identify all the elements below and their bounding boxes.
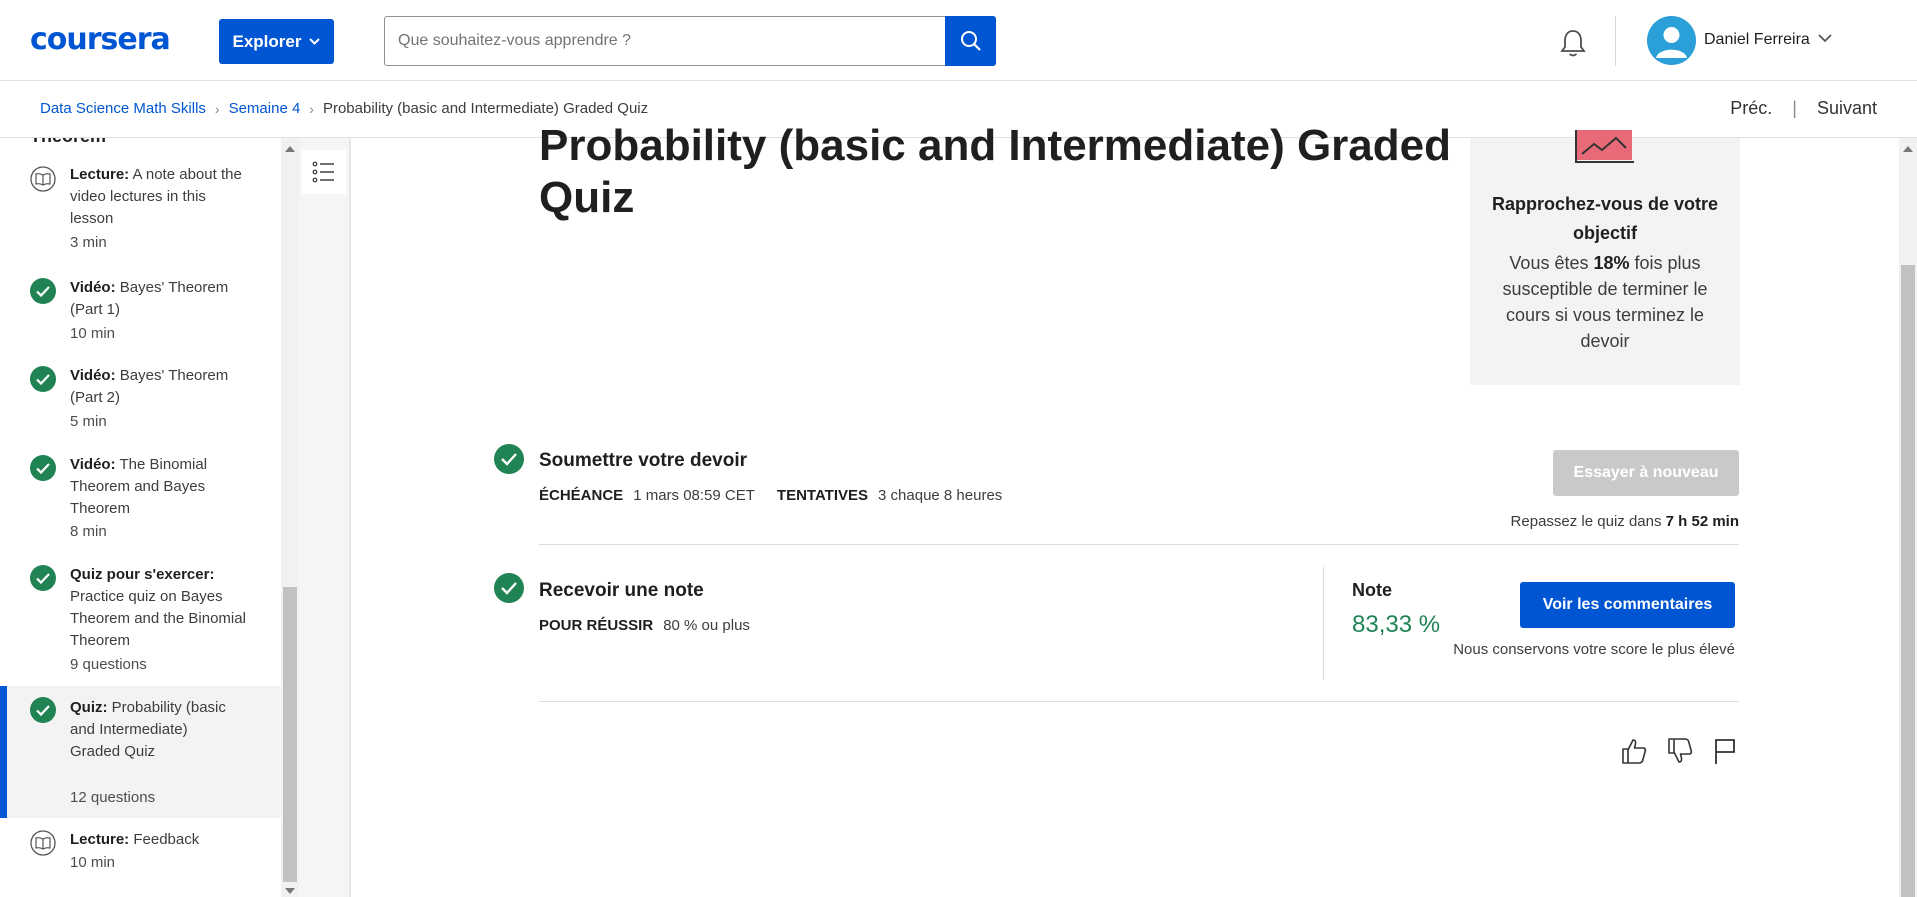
sidebar-item-label: Lecture: A note about the video lectures…	[70, 166, 242, 227]
main-scrollbar-thumb[interactable]	[1901, 265, 1915, 897]
prev-next-nav: Préc. | Suivant	[1730, 98, 1877, 119]
sidebar-item-meta: 10 min	[70, 325, 116, 342]
sidebar-item-feedback[interactable]: Lecture: Feedback 10 min	[0, 829, 281, 889]
search-icon	[960, 31, 981, 51]
grade-divider	[1323, 567, 1324, 680]
check-icon	[30, 565, 56, 591]
breadcrumb-week[interactable]: Semaine 4	[229, 100, 301, 117]
page-title: Probability (basic and Intermediate) Gra…	[539, 121, 1451, 222]
sidebar-item-bayes-2[interactable]: Vidéo: Bayes' Theorem (Part 2) 5 min	[0, 365, 281, 445]
top-navigation: coursera Explorer Daniel Ferreira	[0, 0, 1917, 81]
grade-value: 83,33 %	[1352, 611, 1441, 638]
user-silhouette-icon	[1656, 27, 1687, 58]
grade-label: Note	[1352, 580, 1392, 600]
due-label: ÉCHÉANCE	[539, 487, 624, 504]
goal-title: Rapprochez-vous de votre objectif	[1491, 194, 1719, 243]
search-button[interactable]	[945, 16, 996, 66]
chart-icon	[1575, 130, 1634, 163]
grade-check-icon	[494, 573, 524, 603]
submit-meta: ÉCHÉANCE 1 mars 08:59 CET TENTATIVES 3 c…	[539, 487, 1024, 504]
view-feedback-button[interactable]: Voir les commentaires	[1520, 582, 1735, 628]
section-divider	[539, 701, 1739, 702]
chevron-right-icon: ›	[214, 100, 220, 117]
sidebar-item-meta: 5 min	[70, 413, 107, 430]
breadcrumb: Data Science Math Skills › Semaine 4 › P…	[40, 100, 648, 117]
thumbs-up-icon[interactable]	[1619, 736, 1649, 766]
check-icon	[30, 366, 56, 392]
header-divider	[1615, 16, 1616, 66]
due-value: 1 mars 08:59 CET	[633, 487, 755, 504]
nav-separator: |	[1792, 98, 1797, 118]
pass-value: 80 % ou plus	[663, 617, 750, 634]
breadcrumb-current: Probability (basic and Intermediate) Gra…	[322, 100, 649, 117]
chevron-down-icon	[309, 38, 321, 45]
user-name[interactable]: Daniel Ferreira	[1704, 31, 1810, 49]
book-icon	[30, 830, 56, 856]
check-icon	[30, 455, 56, 481]
sidebar-collapse-rail	[299, 138, 351, 897]
thumbs-down-icon[interactable]	[1665, 736, 1695, 766]
attempts-value: 3 chaque 8 heures	[878, 487, 1003, 504]
sidebar-item-practice-quiz[interactable]: Quiz pour s'exercer: Practice quiz on Ba…	[0, 564, 281, 686]
sidebar-item-meta: 12 questions	[70, 789, 156, 806]
flag-icon[interactable]	[1710, 736, 1740, 766]
scroll-down-arrow-icon[interactable]	[285, 888, 295, 894]
attempts-label: TENTATIVES	[776, 487, 869, 504]
active-indicator	[0, 686, 7, 818]
user-avatar[interactable]	[1647, 16, 1696, 65]
explore-button[interactable]: Explorer	[219, 19, 334, 64]
sidebar-section-heading: Theorem	[30, 138, 106, 147]
grade-step-title: Recevoir une note	[539, 580, 704, 601]
search-input[interactable]	[385, 17, 945, 65]
sidebar-item-meta: 8 min	[70, 523, 107, 540]
retry-button[interactable]: Essayer à nouveau	[1553, 450, 1739, 496]
retry-countdown: Repassez le quiz dans 7 h 52 min	[1510, 513, 1739, 530]
toggle-outline-button[interactable]	[302, 150, 346, 194]
sidebar-item-label: Lecture: Feedback	[70, 831, 200, 848]
submit-step-title: Soumettre votre devoir	[539, 450, 747, 471]
sidebar-item-graded-quiz[interactable]: Quiz: Probability (basic and Intermediat…	[0, 686, 281, 818]
user-menu-chevron-icon[interactable]	[1818, 34, 1832, 43]
goal-card: Rapprochez-vous de votre objectif Vous ê…	[1470, 130, 1740, 385]
scroll-up-arrow-icon[interactable]	[1903, 146, 1913, 152]
submit-check-icon	[494, 444, 524, 474]
search-box	[384, 16, 996, 66]
previous-link[interactable]: Préc.	[1730, 98, 1772, 119]
sidebar-scrollbar-thumb[interactable]	[283, 587, 297, 882]
explore-label: Explorer	[232, 31, 302, 51]
coursera-logo[interactable]: coursera	[30, 22, 171, 57]
section-divider	[539, 544, 1739, 545]
grade-meta: POUR RÉUSSIR 80 % ou plus	[539, 617, 772, 634]
sidebar-item-binomial[interactable]: Vidéo: The Binomial Theorem and Bayes Th…	[0, 454, 281, 554]
list-icon	[312, 161, 334, 183]
sidebar-item-label: Quiz pour s'exercer: Practice quiz on Ba…	[70, 566, 246, 649]
next-link[interactable]: Suivant	[1817, 98, 1877, 119]
goal-body: Vous êtes 18% fois plus susceptible de t…	[1502, 253, 1708, 351]
sidebar-item-meta: 9 questions	[70, 656, 147, 673]
sidebar-item-bayes-1[interactable]: Vidéo: Bayes' Theorem (Part 1) 10 min	[0, 277, 281, 357]
sidebar-item-lecture-note[interactable]: Lecture: A note about the video lectures…	[0, 164, 281, 264]
sidebar-item-meta: 3 min	[70, 234, 107, 251]
sidebar-item-label: Vidéo: Bayes' Theorem (Part 2)	[70, 367, 229, 406]
pass-label: POUR RÉUSSIR	[539, 617, 654, 634]
sidebar-item-label: Quiz: Probability (basic and Intermediat…	[70, 699, 226, 760]
sidebar-item-label: Vidéo: The Binomial Theorem and Bayes Th…	[70, 456, 208, 517]
check-icon	[30, 278, 56, 304]
scroll-up-arrow-icon[interactable]	[285, 146, 295, 152]
course-sidebar: Theorem Lecture: A note about the video …	[0, 138, 281, 897]
breadcrumb-course[interactable]: Data Science Math Skills	[40, 100, 206, 117]
sidebar-item-label: Vidéo: Bayes' Theorem (Part 1)	[70, 279, 229, 318]
score-note: Nous conservons votre score le plus élev…	[1453, 641, 1735, 658]
chevron-right-icon: ›	[309, 100, 314, 117]
check-icon	[30, 697, 56, 723]
notifications-bell-icon[interactable]	[1556, 26, 1590, 60]
sidebar-item-meta: 10 min	[70, 854, 116, 871]
book-icon	[30, 166, 56, 192]
